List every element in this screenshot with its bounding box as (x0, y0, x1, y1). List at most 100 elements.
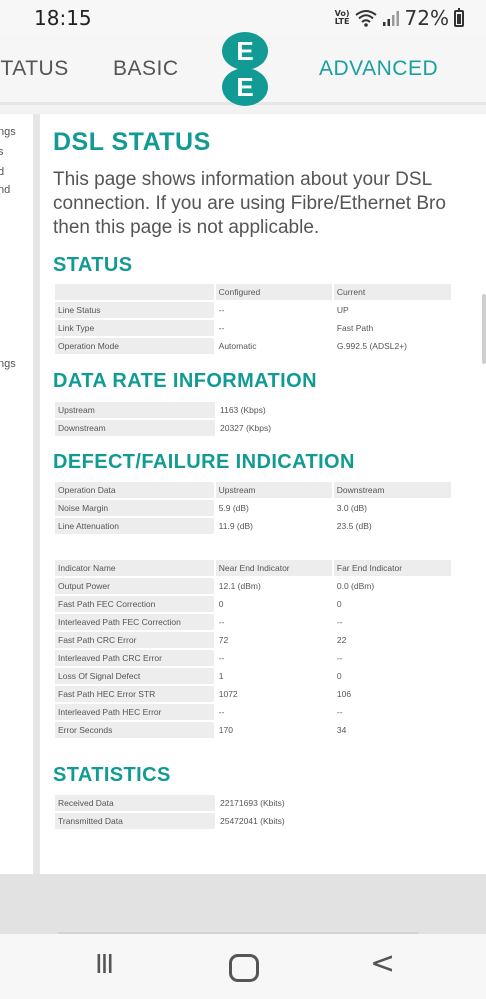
signal-icon (382, 11, 399, 26)
defect-heading: DEFECT/FAILURE INDICATION (53, 451, 355, 473)
header-cell: Operation Data (55, 482, 214, 498)
volte-icon: Vo) LTE (334, 9, 350, 26)
near-end-value: -- (215, 704, 332, 720)
page-title: DSL STATUS (53, 128, 211, 156)
wifi-icon (354, 10, 377, 27)
near-end-value: 170 (215, 722, 332, 738)
battery-percent: 72% (404, 6, 449, 30)
table-row: Interleaved Path HEC Error -- -- (55, 704, 451, 720)
near-end-value: 0 (215, 596, 332, 612)
row-label: Fast Path CRC Error (55, 632, 214, 648)
status-icons: Vo) LTE 72% (335, 6, 464, 30)
near-end-value: -- (215, 614, 332, 630)
current-value: UP (333, 302, 451, 318)
sidebar-item[interactable]: ngs (0, 126, 16, 138)
row-label: Loss Of Signal Defect (55, 668, 214, 684)
row-label: Fast Path FEC Correction (55, 596, 214, 612)
table-row: Fast Path CRC Error 72 22 (55, 632, 451, 648)
row-label: Error Seconds (55, 722, 214, 738)
header-cell: Upstream (215, 482, 332, 498)
row-label: Upstream (55, 402, 215, 418)
near-end-value: -- (215, 650, 332, 666)
row-label: Downstream (55, 420, 215, 436)
sidebar-item[interactable]: nd (0, 184, 10, 196)
header-cell: Near End Indicator (215, 560, 332, 576)
back-button[interactable]: < (370, 946, 395, 981)
indicator-table: Indicator Name Near End Indicator Far En… (53, 558, 453, 740)
far-end-value: -- (333, 614, 451, 630)
row-label: Fast Path HEC Error STR (55, 686, 214, 702)
sidebar-item[interactable]: ngs (0, 358, 16, 370)
table-row: Operation Mode Automatic G.992.5 (ADSL2+… (55, 338, 451, 354)
row-label: Interleaved Path HEC Error (55, 704, 214, 720)
home-button[interactable] (229, 954, 259, 982)
table-row: Noise Margin 5.9 (dB) 3.0 (dB) (55, 500, 451, 516)
status-table: Configured Current Line Status -- UP Lin… (53, 282, 453, 356)
header-cell: Indicator Name (55, 560, 214, 576)
tab-basic[interactable]: BASIC (113, 57, 179, 81)
row-label: Line Status (55, 302, 214, 318)
row-label: Line Attenuation (55, 518, 214, 534)
operation-data-table: Operation Data Upstream Downstream Noise… (53, 480, 453, 536)
page-description: This page shows information about your D… (53, 168, 486, 240)
ee-logo[interactable]: E E (222, 32, 268, 106)
row-label: Link Type (55, 320, 214, 336)
configured-value: Automatic (215, 338, 332, 354)
system-navigation-bar: III < (0, 934, 486, 999)
configured-value: -- (215, 302, 332, 318)
page-footer (0, 874, 486, 934)
table-row: Loss Of Signal Defect 1 0 (55, 668, 451, 684)
row-label: Operation Mode (55, 338, 214, 354)
table-row: Line Status -- UP (55, 302, 451, 318)
table-row: Line Attenuation 11.9 (dB) 23.5 (dB) (55, 518, 451, 534)
table-row: Received Data 22171693 (Kbits) (55, 795, 451, 811)
near-end-value: 72 (215, 632, 332, 648)
sidebar: ngs s d nd ngs (0, 114, 33, 874)
row-label: Interleaved Path CRC Error (55, 650, 214, 666)
table-row: Interleaved Path FEC Correction -- -- (55, 614, 451, 630)
status-heading: STATUS (53, 254, 133, 276)
table-row: Downstream 20327 (Kbps) (55, 420, 451, 436)
sidebar-item[interactable]: s (0, 146, 4, 158)
downstream-value: 3.0 (dB) (333, 500, 451, 516)
row-value: 25472041 (Kbits) (217, 813, 451, 829)
header-cell: Configured (215, 284, 332, 300)
intro-line: connection. If you are using Fibre/Ether… (53, 193, 446, 214)
tab-status[interactable]: STATUS (0, 57, 69, 81)
near-end-value: 1 (215, 668, 332, 684)
recent-apps-button[interactable]: III (95, 950, 114, 980)
sidebar-item[interactable]: d (0, 166, 4, 178)
header-cell: Far End Indicator (333, 560, 451, 576)
far-end-value: 0.0 (dBm) (333, 578, 451, 594)
row-value: 22171693 (Kbits) (217, 795, 451, 811)
header-cell: Current (333, 284, 451, 300)
current-value: G.992.5 (ADSL2+) (333, 338, 451, 354)
battery-icon (454, 7, 464, 27)
table-header-row: Operation Data Upstream Downstream (55, 482, 451, 498)
near-end-value: 1072 (215, 686, 332, 702)
downstream-value: 23.5 (dB) (333, 518, 451, 534)
table-row: Fast Path HEC Error STR 1072 106 (55, 686, 451, 702)
logo-letter-top: E (222, 32, 268, 70)
far-end-value: 0 (333, 668, 451, 684)
row-label: Received Data (55, 795, 215, 811)
far-end-value: 34 (333, 722, 451, 738)
current-value: Fast Path (333, 320, 451, 336)
intro-line: This page shows information about your D… (53, 169, 433, 190)
table-row: Transmitted Data 25472041 (Kbits) (55, 813, 451, 829)
status-bar: 18:15 Vo) LTE 72% (0, 0, 486, 36)
row-label: Output Power (55, 578, 214, 594)
tab-advanced[interactable]: ADVANCED (319, 57, 438, 81)
row-value: 1163 (Kbps) (217, 402, 451, 418)
row-label: Noise Margin (55, 500, 214, 516)
scrollbar[interactable] (482, 294, 486, 364)
table-row: Output Power 12.1 (dBm) 0.0 (dBm) (55, 578, 451, 594)
logo-letter-bottom: E (222, 68, 268, 106)
table-header-row: Configured Current (55, 284, 451, 300)
header-cell (55, 284, 214, 300)
table-header-row: Indicator Name Near End Indicator Far En… (55, 560, 451, 576)
header-cell: Downstream (333, 482, 451, 498)
far-end-value: 0 (333, 596, 451, 612)
statistics-heading: STATISTICS (53, 764, 171, 786)
upstream-value: 5.9 (dB) (215, 500, 332, 516)
